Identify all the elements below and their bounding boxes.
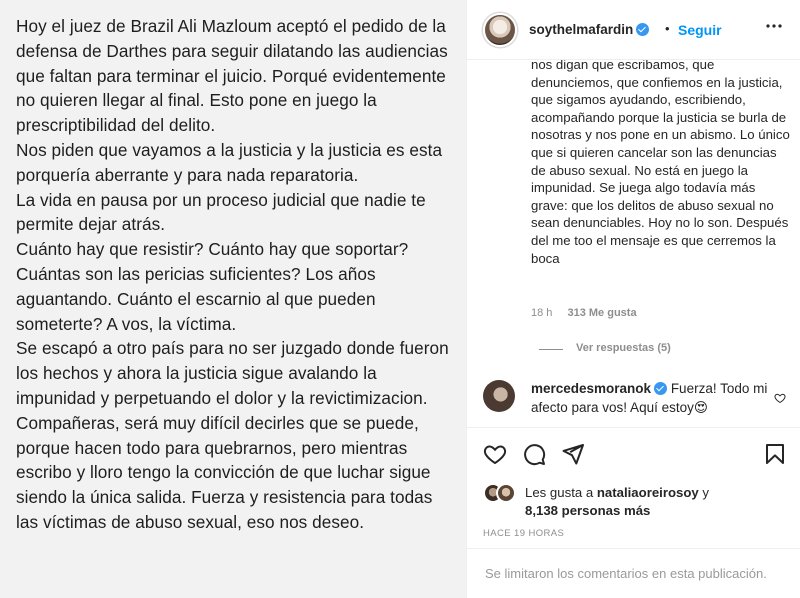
post-actions	[467, 427, 800, 479]
comment-bubble-icon[interactable]	[522, 442, 546, 466]
liker-avatar[interactable]	[496, 483, 516, 503]
story-paragraph: Hoy el juez de Brazil Ali Mazloum aceptó…	[16, 16, 448, 136]
commenter-username[interactable]: mercedesmoranok	[531, 381, 651, 396]
caption-meta: 18 h 313 Me gusta	[531, 307, 637, 319]
caption-likes[interactable]: 313 Me gusta	[567, 307, 636, 319]
comments-limited-notice: Se limitaron los comentarios en esta pub…	[467, 548, 800, 598]
header-separator: •	[665, 21, 670, 36]
verified-badge-icon	[654, 382, 668, 395]
post-time-ago[interactable]: HACE 19 HORAS	[483, 528, 564, 539]
replies-line	[539, 349, 563, 350]
view-replies-button[interactable]: Ver respuestas (5)	[576, 342, 671, 354]
comments-limited-text: Se limitaron los comentarios en esta pub…	[485, 566, 767, 581]
caption-text: nos digan que escribamos, que denunciemo…	[531, 60, 790, 266]
post-header: soythelmafardin • Seguir	[467, 0, 800, 60]
story-paragraph: Se escapó a otro país para no ser juzgad…	[16, 338, 449, 532]
story-paragraph: La vida en pausa por un proceso judicial…	[16, 189, 426, 235]
like-heart-icon[interactable]	[483, 442, 507, 466]
verified-badge-icon	[636, 23, 650, 36]
story-paragraph: Cuánto hay que resistir? Cuánto hay que …	[16, 239, 409, 334]
liked-by-prefix: Les gusta a	[525, 485, 597, 500]
liked-by-text: Les gusta a nataliaoreirosoy y 8,138 per…	[525, 484, 795, 520]
author-username[interactable]: soythelmafardin	[529, 22, 650, 37]
save-bookmark-icon[interactable]	[763, 442, 787, 466]
post-side-panel: soythelmafardin • Seguir nos digan que e…	[467, 0, 800, 598]
liked-by-user[interactable]: nataliaoreirosoy	[597, 485, 699, 500]
liked-by: Les gusta a nataliaoreirosoy y 8,138 per…	[483, 481, 793, 521]
comment-body: mercedesmoranok Fuerza! Todo mi afecto p…	[531, 380, 776, 417]
author-avatar[interactable]	[483, 13, 517, 47]
commenter-avatar[interactable]	[483, 380, 515, 412]
liked-by-middle: y	[698, 485, 709, 500]
story-paragraph: Nos piden que vayamos a la justicia y la…	[16, 139, 443, 185]
caption-time: 18 h	[531, 307, 553, 319]
post-image[interactable]: Hoy el juez de Brazil Ali Mazloum aceptó…	[0, 0, 466, 598]
share-paper-plane-icon[interactable]	[561, 442, 585, 466]
liked-by-count[interactable]: 8,138 personas más	[525, 503, 650, 518]
comments-list[interactable]: nos digan que escribamos, que denunciemo…	[467, 60, 800, 425]
follow-button[interactable]: Seguir	[678, 22, 722, 38]
author-username-text[interactable]: soythelmafardin	[529, 22, 633, 37]
comment-item: mercedesmoranok Fuerza! Todo mi afecto p…	[467, 378, 800, 425]
more-options-icon[interactable]	[764, 16, 784, 36]
comment-like-heart-icon[interactable]	[774, 392, 786, 404]
post-image-text: Hoy el juez de Brazil Ali Mazloum aceptó…	[16, 14, 456, 535]
